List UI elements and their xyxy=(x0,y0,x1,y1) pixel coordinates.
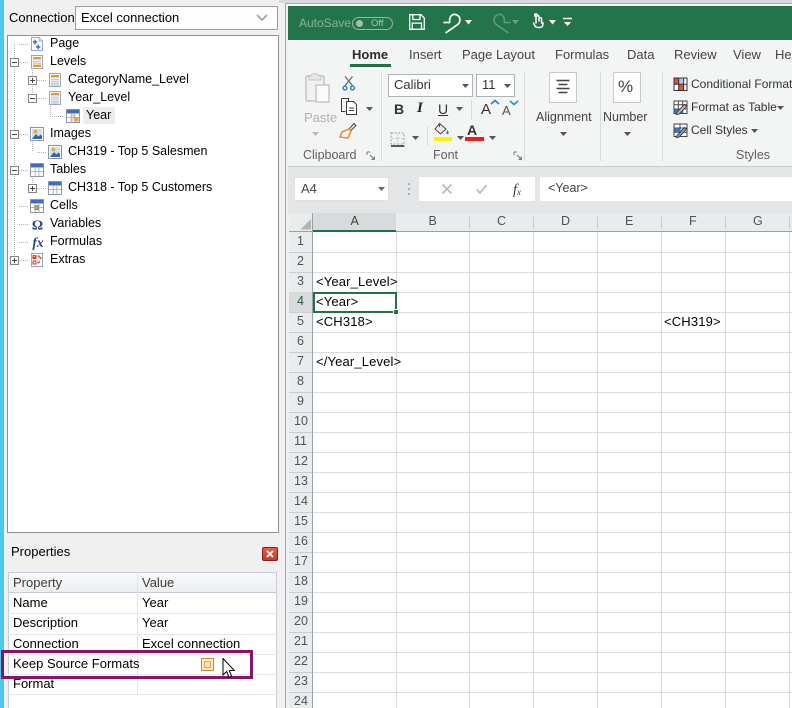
svg-text:Ω: Ω xyxy=(32,219,43,233)
svg-text:x: x xyxy=(516,187,521,197)
svg-text:fx: fx xyxy=(32,235,43,250)
